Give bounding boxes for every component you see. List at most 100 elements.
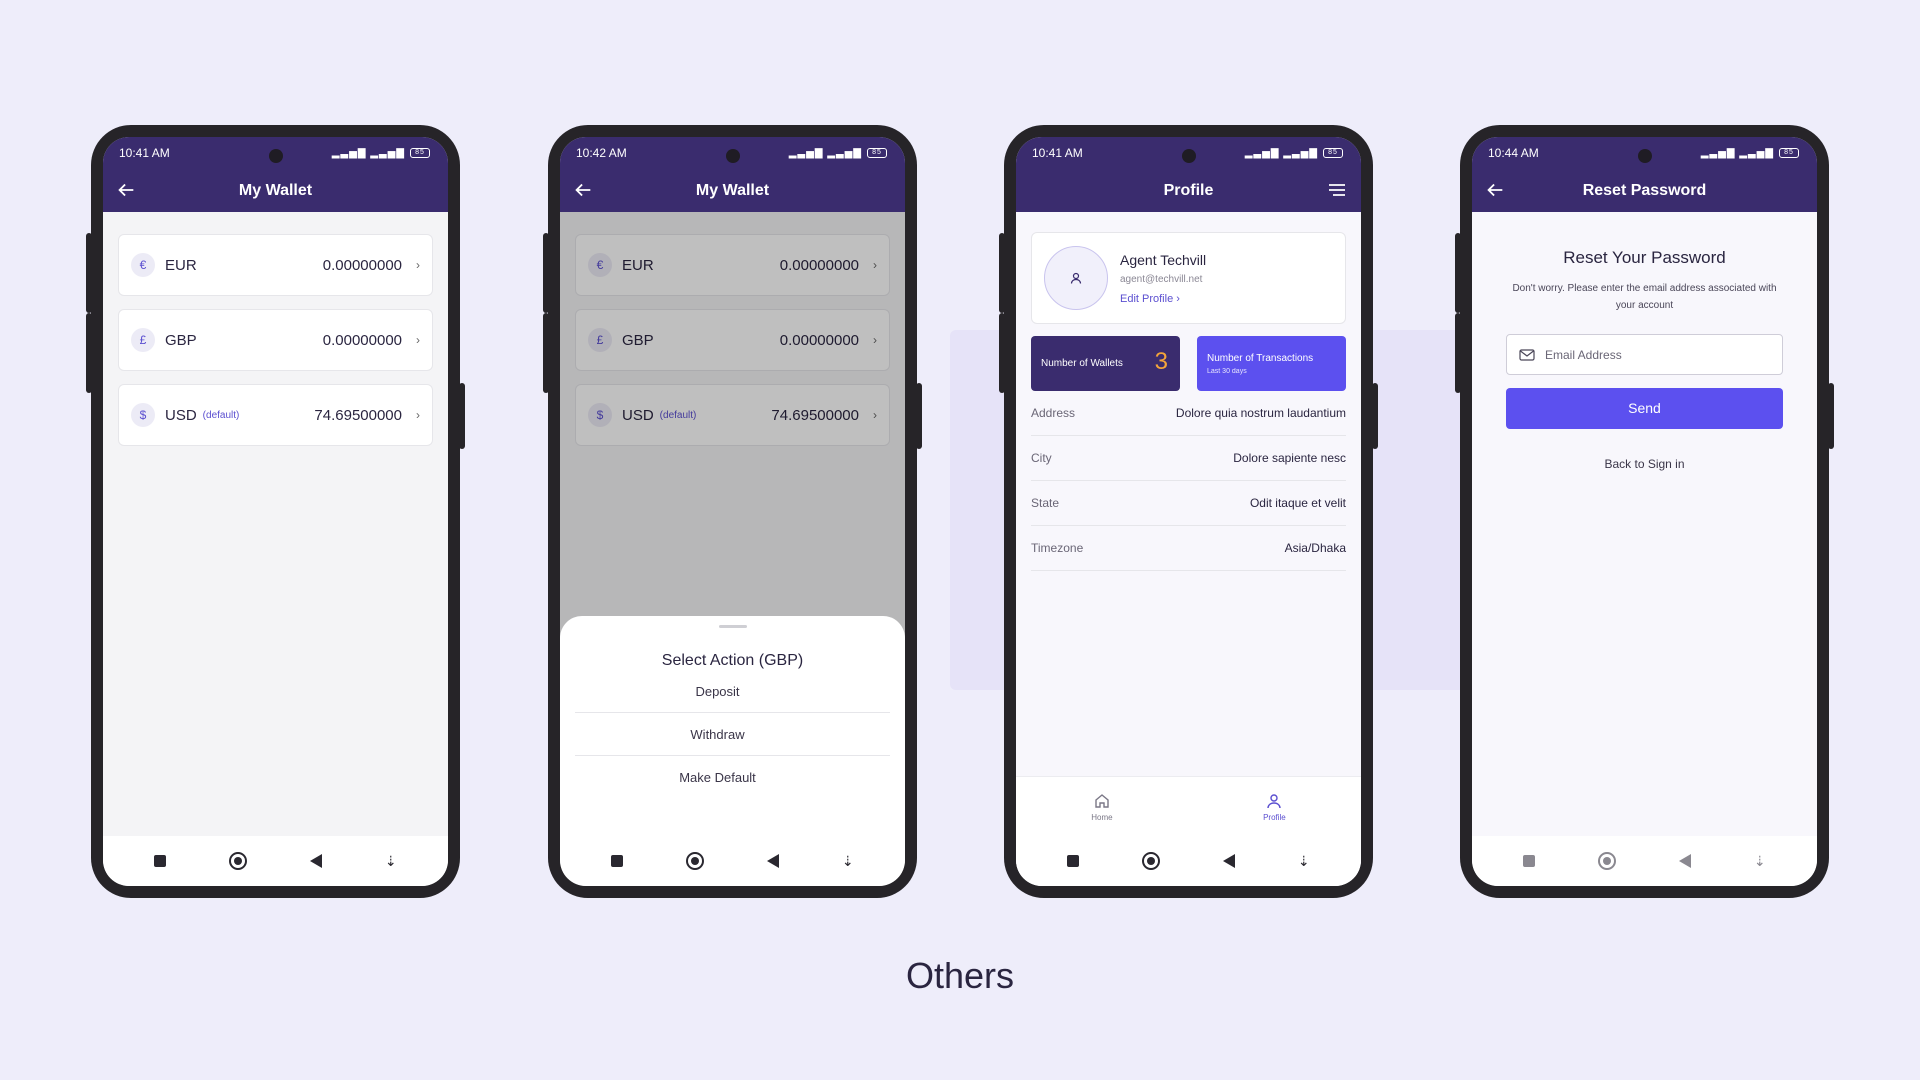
wallets-count-card[interactable]: Number of Wallets 3 <box>1031 336 1180 391</box>
back-system-icon[interactable] <box>1223 854 1236 868</box>
info-row-address: Address Dolore quia nostrum laudantium <box>1031 391 1346 436</box>
info-value: Odit itaque et velit <box>1249 496 1346 510</box>
chevron-right-icon: › <box>416 258 420 272</box>
download-icon[interactable]: ⇣ <box>1754 854 1766 868</box>
send-button[interactable]: Send <box>1506 388 1783 429</box>
user-icon <box>1070 272 1082 284</box>
camera-notch <box>268 149 283 163</box>
phone-select-action: 10:42 AM ▂▃▅▇ ▂▃▅▇ 85 My Wallet € EUR 0.0… <box>543 125 922 898</box>
tab-home[interactable]: Home <box>1091 792 1113 822</box>
download-icon[interactable]: ⇣ <box>385 854 397 868</box>
home-icon <box>1095 793 1109 808</box>
back-system-icon[interactable] <box>767 854 780 868</box>
download-icon[interactable]: ⇣ <box>842 854 854 868</box>
bottom-tab-bar: Home Profile <box>1016 776 1361 836</box>
chevron-right-icon: › <box>1176 292 1180 305</box>
wallet-balance: 0.00000000 <box>322 331 402 349</box>
recents-icon[interactable] <box>154 855 167 867</box>
signal-icon: ▂▃▅▇ ▂▃▅▇ <box>331 147 405 159</box>
hamburger-menu-icon[interactable] <box>1327 180 1347 200</box>
stats-row: Number of Wallets 3 Number of Transactio… <box>1031 336 1346 391</box>
status-time: 10:41 AM <box>119 146 170 160</box>
action-deposit[interactable]: Deposit <box>575 670 890 713</box>
action-bottom-sheet: Select Action (GBP) Deposit Withdraw Mak… <box>560 616 905 836</box>
action-withdraw[interactable]: Withdraw <box>575 713 890 756</box>
status-time: 10:42 AM <box>576 146 627 160</box>
system-nav-bar: ⇣ <box>1472 836 1817 886</box>
tab-profile-label: Profile <box>1263 812 1286 822</box>
home-system-icon[interactable] <box>1142 852 1161 870</box>
reset-content: Reset Your Password Don't worry. Please … <box>1472 212 1817 836</box>
chevron-right-icon: › <box>416 333 420 347</box>
action-make-default[interactable]: Make Default <box>575 756 890 799</box>
phone-my-wallet: 10:41 AM ▂▃▅▇ ▂▃▅▇ 85 My Wallet € EUR 0.0… <box>86 125 465 898</box>
recents-icon[interactable] <box>1523 855 1536 867</box>
wallet-item-gbp[interactable]: £ GBP 0.00000000 › <box>118 309 433 371</box>
back-arrow-icon[interactable] <box>572 179 594 201</box>
mail-icon <box>1519 348 1535 361</box>
transactions-period: Last 30 days <box>1207 367 1247 375</box>
camera-notch <box>1181 149 1196 163</box>
info-key: State <box>1031 496 1060 510</box>
reset-heading: Reset Your Password <box>1563 248 1726 267</box>
info-key: Timezone <box>1031 541 1084 555</box>
section-title: Others <box>905 955 1015 996</box>
tab-home-label: Home <box>1091 812 1113 822</box>
phone-reset-password: 10:44 AM ▂▃▅▇ ▂▃▅▇ 85 Reset Password Rese… <box>1455 125 1834 898</box>
back-to-signin-link[interactable]: Back to Sign in <box>1472 457 1817 471</box>
page-title: Reset Password <box>1582 181 1707 199</box>
profile-email: agent@techvill.net <box>1120 273 1203 285</box>
info-key: Address <box>1031 406 1076 420</box>
recents-icon[interactable] <box>1067 855 1080 867</box>
sheet-drag-handle[interactable] <box>718 625 747 628</box>
wallet-list: € EUR 0.00000000 › £ GBP 0.00000000 › $ … <box>103 212 448 481</box>
signal-icon: ▂▃▅▇ ▂▃▅▇ <box>1700 147 1774 159</box>
page-title: My Wallet <box>695 181 770 199</box>
info-value: Dolore sapiente nesc <box>1233 451 1346 465</box>
page-title: Profile <box>1163 181 1214 199</box>
back-arrow-icon[interactable] <box>115 179 137 201</box>
download-icon[interactable]: ⇣ <box>1298 854 1310 868</box>
wallet-item-usd[interactable]: $ USD (default) 74.69500000 › <box>118 384 433 446</box>
tab-profile[interactable]: Profile <box>1263 792 1286 822</box>
email-placeholder: Email Address <box>1545 347 1622 362</box>
dollar-icon: $ <box>131 403 155 427</box>
status-time: 10:44 AM <box>1488 146 1539 160</box>
profile-name: Agent Techvill <box>1120 251 1207 268</box>
edit-profile-link[interactable]: Edit Profile › <box>1120 293 1206 305</box>
camera-notch <box>1637 149 1652 163</box>
info-row-city: City Dolore sapiente nesc <box>1031 436 1346 481</box>
phone-profile: 10:41 AM ▂▃▅▇ ▂▃▅▇ 85 Profile Agent Techv… <box>999 125 1378 898</box>
system-nav-bar: ⇣ <box>103 836 448 886</box>
info-key: City <box>1031 451 1052 465</box>
pound-icon: £ <box>131 328 155 352</box>
wallet-balance: 0.00000000 <box>322 256 402 274</box>
battery-icon: 85 <box>410 148 430 158</box>
home-system-icon[interactable] <box>1598 852 1617 870</box>
wallet-code: USD <box>165 406 197 424</box>
wallet-item-eur[interactable]: € EUR 0.00000000 › <box>118 234 433 296</box>
back-system-icon[interactable] <box>1679 854 1692 868</box>
euro-icon: € <box>131 253 155 277</box>
email-field[interactable]: Email Address <box>1506 334 1783 375</box>
system-nav-bar: ⇣ <box>560 836 905 886</box>
edit-profile-label: Edit Profile <box>1120 292 1174 305</box>
chevron-right-icon: › <box>416 408 420 422</box>
recents-icon[interactable] <box>611 855 624 867</box>
home-system-icon[interactable] <box>686 852 705 870</box>
reset-description: Don't worry. Please enter the email addr… <box>1512 283 1777 311</box>
wallets-count-label: Number of Wallets <box>1041 358 1123 369</box>
info-row-state: State Odit itaque et velit <box>1031 481 1346 526</box>
profile-icon <box>1267 793 1282 808</box>
wallet-code: EUR <box>165 256 197 274</box>
signal-icon: ▂▃▅▇ ▂▃▅▇ <box>1244 147 1318 159</box>
info-row-timezone: Timezone Asia/Dhaka <box>1031 526 1346 571</box>
back-system-icon[interactable] <box>310 854 323 868</box>
home-system-icon[interactable] <box>229 852 248 870</box>
default-badge: (default) <box>202 409 240 421</box>
avatar[interactable] <box>1044 246 1108 310</box>
back-arrow-icon[interactable] <box>1484 179 1506 201</box>
battery-icon: 85 <box>1779 148 1799 158</box>
transactions-count-card[interactable]: Number of Transactions Last 30 days <box>1197 336 1346 391</box>
info-value: Dolore quia nostrum laudantium <box>1175 406 1346 420</box>
